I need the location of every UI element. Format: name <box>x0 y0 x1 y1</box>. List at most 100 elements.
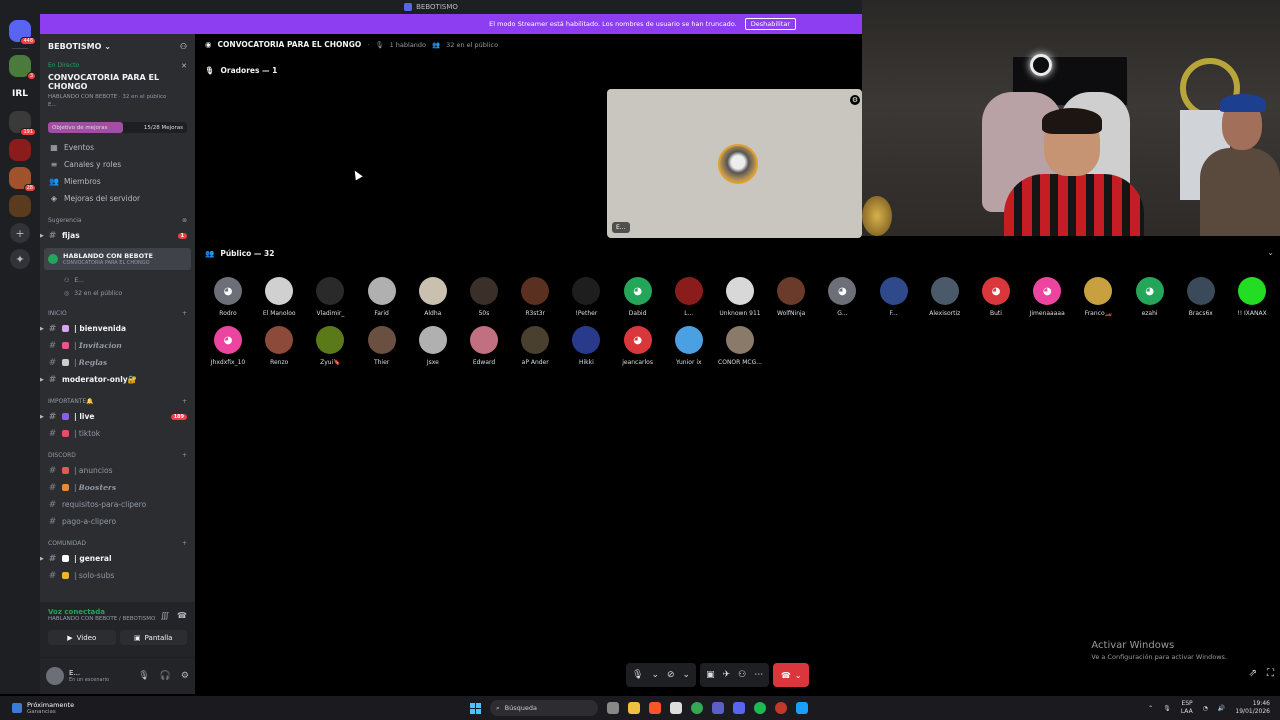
audience-member[interactable]: Hikki <box>566 326 606 366</box>
server-header[interactable]: BEBOTISMO ⌄ ⚇ <box>40 34 195 58</box>
audience-member[interactable]: Franco🏎️ <box>1078 277 1118 317</box>
start-icon[interactable] <box>470 702 481 714</box>
file-explorer-icon[interactable] <box>628 702 640 714</box>
audience-member[interactable]: ◕ jeancarlos <box>618 326 658 366</box>
channel-item[interactable]: # | tiktok <box>40 425 195 442</box>
audience-member[interactable]: 50s <box>464 277 504 317</box>
close-icon[interactable]: ✕ <box>181 62 187 70</box>
audience-member[interactable]: Farid <box>362 277 402 317</box>
menu-item-members[interactable]: 👥 Miembros <box>40 173 195 190</box>
channel-item[interactable]: # | 𝙍𝙚𝙜𝙡𝙖𝙨 <box>40 354 195 371</box>
video-button[interactable]: ▶ Video <box>48 630 116 645</box>
speaker-tile[interactable]: E... ⚙ <box>607 89 862 238</box>
brave-icon[interactable] <box>649 702 661 714</box>
more-icon[interactable]: ⋯ <box>754 670 763 680</box>
app-icon[interactable] <box>775 702 787 714</box>
chevron-down-icon[interactable]: ⌄ <box>683 670 691 680</box>
activity-controls[interactable]: ▣ ✈ ⚇ ⋯ <box>700 663 770 687</box>
close-icon[interactable]: ⊗ <box>182 217 187 224</box>
teams-icon[interactable] <box>712 702 724 714</box>
avatar[interactable] <box>46 667 64 685</box>
settings-icon[interactable]: ⚙ <box>850 95 860 105</box>
server-icon[interactable] <box>9 195 31 217</box>
audience-member[interactable]: Vladimir_ <box>310 277 350 317</box>
chrome-icon[interactable] <box>691 702 703 714</box>
disconnect-icon[interactable]: ☎ <box>177 611 187 620</box>
channel-item[interactable]: # | anuncios <box>40 462 195 479</box>
plus-icon[interactable]: + <box>182 398 187 405</box>
channel-item[interactable]: # pago-a-clipero <box>40 513 195 530</box>
audience-member[interactable]: ◕ Jimenaaaaa <box>1027 277 1067 317</box>
headphones-icon[interactable]: 🎧 <box>160 671 171 681</box>
volume-icon[interactable]: 🔊 <box>1218 705 1225 712</box>
chevron-down-icon[interactable]: ⌄ <box>651 670 659 680</box>
boost-progress-bar[interactable]: Objetivo de mejoras 15/28 Mejoras <box>48 122 187 133</box>
plus-icon[interactable]: + <box>182 452 187 459</box>
menu-item-calendar[interactable]: ▦ Eventos <box>40 139 195 156</box>
audience-member[interactable]: ◕ ezahi <box>1130 277 1170 317</box>
audience-member[interactable]: WolfNinja <box>771 277 811 317</box>
audience-member[interactable]: Renzo <box>259 326 299 366</box>
category-inicio[interactable]: INICIO + <box>40 306 195 320</box>
disable-streamer-button[interactable]: Deshabilitar <box>744 18 796 30</box>
audience-member[interactable]: R3st3r <box>515 277 555 317</box>
server-item[interactable]: 448 <box>9 20 36 45</box>
activity-icon[interactable]: ✈ <box>723 670 731 680</box>
voice-audience[interactable]: ◎ 32 en el público <box>40 287 195 300</box>
audience-member[interactable]: ◕ Rodro <box>208 277 248 317</box>
taskbar-search[interactable]: ⌕ Búsqueda <box>490 700 598 716</box>
widgets-button[interactable]: Próximamente Ganancias <box>0 701 200 715</box>
channel-item[interactable]: # | 𝘽𝙤𝙤𝙨𝙩𝙚𝙧𝙨 <box>40 479 195 496</box>
channel-item[interactable]: ▶ # | general <box>40 550 195 567</box>
menu-item-boost[interactable]: ◈ Mejoras del servidor <box>40 190 195 207</box>
clock[interactable]: 19:46 19/01/2026 <box>1235 700 1270 716</box>
channel-item[interactable]: ▶ # | bienvenida <box>40 320 195 337</box>
microphone-icon[interactable]: 🎙 <box>138 671 149 681</box>
audience-member[interactable]: Alexisortiz <box>925 277 965 317</box>
chevron-down-icon[interactable]: ⌄ <box>1267 248 1274 257</box>
server-icon[interactable] <box>9 139 31 161</box>
audience-member[interactable]: Zyui🔖 <box>310 326 350 366</box>
channel-moderator-only[interactable]: ▶ # moderator-only🔐 <box>40 371 195 388</box>
channel-item[interactable]: # | 𝙄𝙣𝙫𝙞𝙩𝙖𝙘𝙞𝙤𝙣 <box>40 337 195 354</box>
audience-member[interactable]: L... <box>669 277 709 317</box>
audience-member[interactable]: Jsxe <box>413 326 453 366</box>
audience-member[interactable]: !Pether <box>566 277 606 317</box>
store-icon[interactable] <box>670 702 682 714</box>
server-item[interactable]: 3 <box>9 55 36 80</box>
explore-icon[interactable]: ✦ <box>10 249 30 269</box>
category-importante[interactable]: IMPORTANTE🔔 + <box>40 394 195 408</box>
audience-member[interactable]: F... <box>874 277 914 317</box>
voice-user[interactable]: ⚇ E... <box>40 274 195 287</box>
channel-fijas[interactable]: ▶ # fijas 1 <box>40 227 195 244</box>
chevron-up-icon[interactable]: ⌃ <box>1148 705 1153 712</box>
audience-member[interactable]: !! IXANAX <box>1232 277 1272 317</box>
task-view-icon[interactable] <box>607 702 619 714</box>
server-icon[interactable]: IRL <box>9 83 31 105</box>
share-screen-icon[interactable]: ▣ <box>706 670 715 680</box>
steam-icon[interactable] <box>796 702 808 714</box>
audience-member[interactable]: Unknown 911 <box>719 277 761 317</box>
add-server-icon[interactable]: + <box>10 223 30 243</box>
channel-item[interactable]: # | solo-subs <box>40 567 195 584</box>
plus-icon[interactable]: + <box>182 540 187 547</box>
wifi-icon[interactable]: ◔ <box>1203 705 1208 712</box>
spotify-icon[interactable] <box>754 702 766 714</box>
audience-member[interactable]: Aldha <box>413 277 453 317</box>
screen-share-button[interactable]: ▣ Pantalla <box>119 630 187 645</box>
audience-member[interactable]: Edward <box>464 326 504 366</box>
add-member-icon[interactable]: ⚇ <box>180 42 187 51</box>
channel-item[interactable]: # requisitos-para-clipero <box>40 496 195 513</box>
waveform-icon[interactable]: ∭ <box>161 611 169 620</box>
language-indicator[interactable]: ESP LAA <box>1181 700 1193 716</box>
channel-item[interactable]: ▶ # | live 189 <box>40 408 195 425</box>
leave-stage-button[interactable]: ☎ ⌄ <box>773 663 810 687</box>
audience-member[interactable]: aP Ander <box>515 326 555 366</box>
audience-member[interactable]: ◕ Jhxdxfix_10 <box>208 326 248 366</box>
audience-member[interactable]: ◕ G... <box>822 277 862 317</box>
fullscreen-icon[interactable]: ⛶ <box>1267 668 1274 679</box>
voice-channel-active[interactable]: HABLANDO CON BEBOTE CONVOCATORIA PARA EL… <box>44 248 191 270</box>
category-discord[interactable]: DISCORD + <box>40 448 195 462</box>
microphone-icon[interactable]: 🎙 <box>632 670 643 680</box>
category-suggestion[interactable]: Sugerencia ⊗ <box>40 213 195 227</box>
